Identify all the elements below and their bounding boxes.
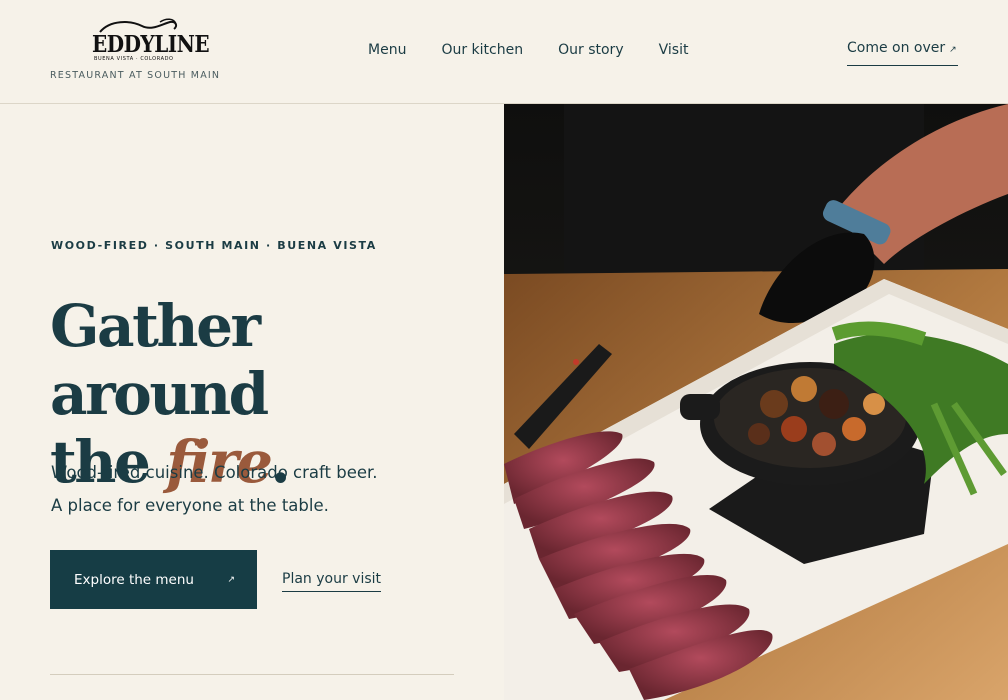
- come-on-over-label: Come on over: [847, 40, 946, 56]
- headline-line-1: Gather around: [50, 292, 269, 428]
- explore-menu-button[interactable]: Explore the menu ↗: [50, 550, 257, 609]
- nav-item-our-story[interactable]: Our story: [558, 42, 624, 58]
- hero-lede: Wood-fired cuisine. Colorado craft beer.…: [51, 456, 471, 522]
- brand-tagline: RESTAURANT AT SOUTH MAIN: [50, 70, 221, 81]
- steak-platter-image: [504, 104, 1008, 700]
- logo-wordmark: EDDYLINE: [92, 30, 210, 58]
- come-on-over-link[interactable]: Come on over ↗: [847, 40, 958, 66]
- lede-line-2: A place for everyone at the table.: [51, 496, 329, 515]
- nav-item-visit[interactable]: Visit: [659, 42, 689, 58]
- lede-line-1: Wood-fired cuisine. Colorado craft beer.: [51, 463, 378, 482]
- main-nav: Menu Our kitchen Our story Visit: [368, 42, 723, 58]
- hero-divider: [50, 674, 454, 675]
- explore-menu-label: Explore the menu: [74, 571, 194, 588]
- brand-logo[interactable]: EDDYLINE BUENA VISTA · COLORADO RESTAURA…: [50, 18, 220, 82]
- site-header: EDDYLINE BUENA VISTA · COLORADO RESTAURA…: [0, 0, 1008, 104]
- nav-item-menu[interactable]: Menu: [368, 42, 406, 58]
- plan-visit-link[interactable]: Plan your visit: [282, 571, 382, 592]
- hero-food-photo: [504, 104, 1008, 700]
- arrow-up-right-icon: ↗: [227, 574, 235, 585]
- logo-subtext: BUENA VISTA · COLORADO: [94, 56, 174, 62]
- nav-item-our-kitchen[interactable]: Our kitchen: [441, 42, 523, 58]
- arrow-up-right-icon: ↗: [949, 45, 957, 55]
- hero-eyebrow: WOOD-FIRED · SOUTH MAIN · BUENA VISTA: [51, 239, 377, 252]
